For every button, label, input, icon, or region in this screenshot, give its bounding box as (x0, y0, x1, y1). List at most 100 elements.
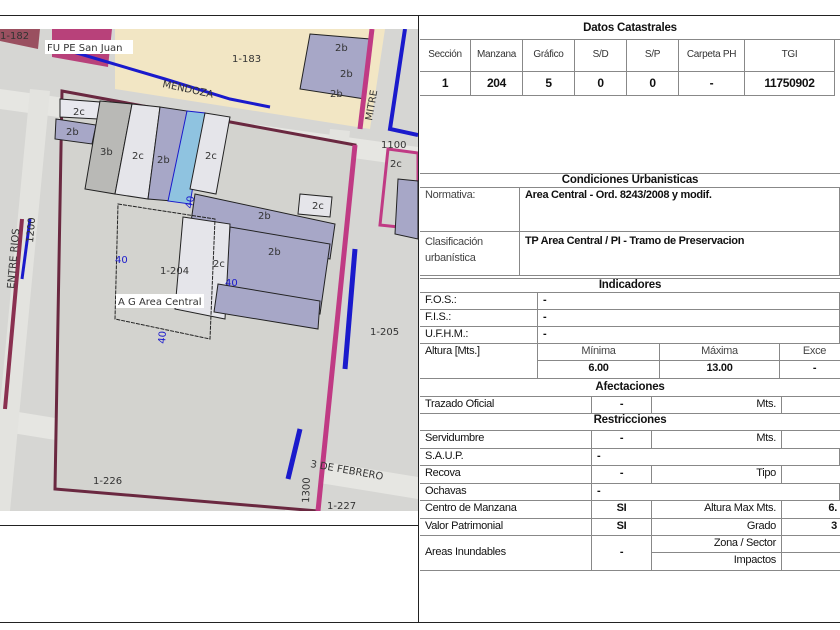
zone-code: 2b (66, 127, 79, 138)
impactos-value (782, 553, 840, 571)
grado-value: 3 (782, 519, 840, 536)
dimension-label: 40 (184, 195, 197, 209)
altura-max-value: 6. (782, 501, 840, 519)
zone-code: 2c (312, 201, 324, 212)
value-carpeta-ph: - (679, 72, 745, 96)
altura-max-label: Altura Max Mts. (652, 501, 782, 519)
section-title-datos: Datos Catastrales (420, 22, 840, 40)
zona-sector-label: Zona / Sector (652, 536, 782, 553)
parcel-label: 1-227 (327, 501, 356, 511)
header-seccion: Sección (420, 40, 471, 72)
servidumbre-mts-value (782, 431, 840, 449)
zone-code: 2b (157, 155, 170, 166)
maxima-value: 13.00 (660, 361, 780, 379)
panel-divider (418, 15, 419, 623)
header-grafico: Gráfico (523, 40, 575, 72)
value-grafico: 5 (523, 72, 575, 96)
street-number: 1300 (301, 477, 313, 503)
value-manzana: 204 (471, 72, 523, 96)
saup-label: S.A.U.P. (420, 449, 592, 466)
minima-value: 6.00 (538, 361, 660, 379)
section-title-restricciones: Restricciones (420, 414, 840, 431)
dimension-label: 40 (157, 331, 169, 345)
zone-code: 2c (213, 259, 225, 270)
clasificacion-value: TP Area Central / PI - Tramo de Preserva… (520, 232, 840, 276)
zone-code: 2c (73, 107, 85, 118)
parcel-label: 1-205 (370, 327, 399, 338)
valor-patrimonial-value: SI (592, 519, 652, 536)
zone-code: 2c (205, 151, 217, 162)
clasificacion-label-line1: Clasificación (425, 236, 483, 248)
recova-value: - (592, 466, 652, 484)
centro-manzana-label: Centro de Manzana (420, 501, 592, 519)
maxima-label: Máxima (660, 344, 780, 361)
street-number: 1200 (25, 217, 38, 243)
zone-code: 2b (330, 89, 343, 100)
header-sd: S/D (575, 40, 627, 72)
zone-code: 2c (390, 159, 402, 170)
zona-sector-value (782, 536, 840, 553)
zone-code: 3b (100, 147, 113, 158)
zone-code: 2c (132, 151, 144, 162)
fis-label: F.I.S.: (420, 310, 538, 327)
cadastral-map[interactable]: FU PE San Juan A G Area Central 1-182 1-… (0, 29, 418, 511)
trazado-label: Trazado Oficial (420, 397, 592, 414)
map-bottom-border (0, 525, 418, 526)
recova-tipo-value (782, 466, 840, 484)
servidumbre-value: - (592, 431, 652, 449)
zone-label-ag: A G Area Central (118, 297, 202, 308)
impactos-label: Impactos (652, 553, 782, 571)
parcel-label: 1-182 (0, 31, 29, 42)
valor-patrimonial-label: Valor Patrimonial (420, 519, 592, 536)
recova-label: Recova (420, 466, 592, 484)
zone-code: 2b (335, 43, 348, 54)
header-sp: S/P (627, 40, 679, 72)
fos-label: F.O.S.: (420, 293, 538, 310)
zone-label-fu: FU PE San Juan (47, 43, 123, 54)
parcel-label: 1-204 (160, 266, 189, 277)
zone-code: 2b (258, 211, 271, 222)
saup-value: - (592, 449, 840, 466)
value-seccion: 1 (420, 72, 471, 96)
header-tgi: TGI (745, 40, 835, 72)
fos-value: - (538, 293, 840, 310)
parcel-label: 1-183 (232, 54, 261, 65)
clasificacion-label-line2: urbanística (425, 252, 476, 264)
ochavas-value: - (592, 484, 840, 501)
normativa-label: Normativa: (420, 188, 520, 232)
excepcion-value: - (780, 361, 840, 379)
servidumbre-label: Servidumbre (420, 431, 592, 449)
normativa-value: Area Central - Ord. 8243/2008 y modif. (520, 188, 840, 232)
ochavas-label: Ochavas (420, 484, 592, 501)
trazado-mts-value (782, 397, 840, 414)
parcel-label: 1-226 (93, 476, 122, 487)
top-border (0, 15, 840, 16)
trazado-mts-label: Mts. (652, 397, 782, 414)
value-tgi: 11750902 (745, 72, 835, 96)
header-manzana: Manzana (471, 40, 523, 72)
centro-manzana-value: SI (592, 501, 652, 519)
dimension-label: 40 (115, 255, 128, 266)
areas-inundables-label: Areas Inundables (420, 536, 592, 571)
section-title-afectaciones: Afectaciones (420, 381, 840, 397)
value-sp: 0 (627, 72, 679, 96)
grado-label: Grado (652, 519, 782, 536)
zone-code: 2b (268, 247, 281, 258)
trazado-value: - (592, 397, 652, 414)
section-title-indicadores: Indicadores (420, 278, 840, 293)
clasificacion-label: Clasificación urbanística (420, 232, 520, 276)
ufhm-value: - (538, 327, 840, 344)
fis-value: - (538, 310, 840, 327)
zone-code: 2b (340, 69, 353, 80)
header-carpeta-ph: Carpeta PH (679, 40, 745, 72)
street-number: 1100 (381, 140, 406, 151)
ufhm-label: U.F.H.M.: (420, 327, 538, 344)
recova-tipo-label: Tipo (652, 466, 782, 484)
value-sd: 0 (575, 72, 627, 96)
bottom-border (0, 622, 840, 623)
section-title-condiciones: Condiciones Urbanisticas (420, 173, 840, 188)
dimension-label: 40 (225, 278, 238, 289)
altura-label: Altura [Mts.] (420, 344, 538, 379)
servidumbre-mts-label: Mts. (652, 431, 782, 449)
areas-inundables-value: - (592, 536, 652, 571)
